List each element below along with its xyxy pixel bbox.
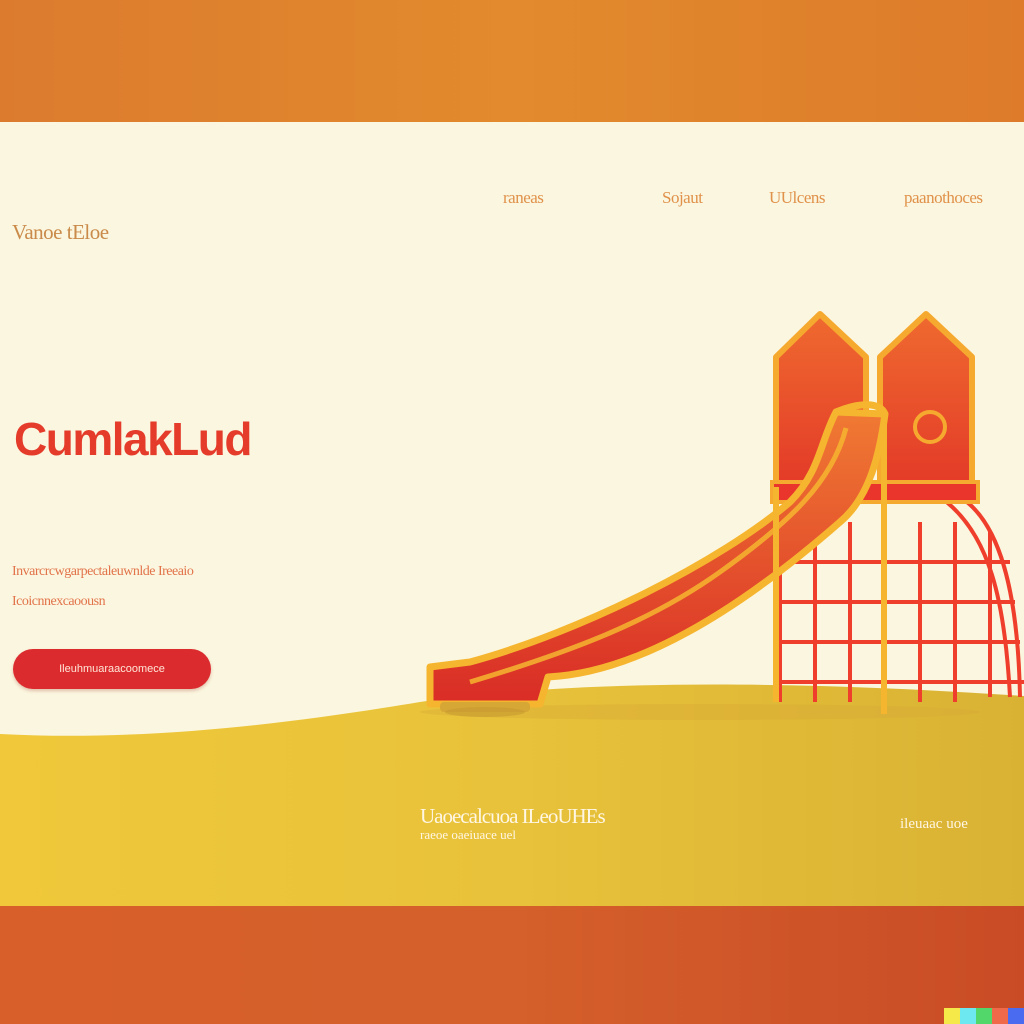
landing-page: Vanoe tEloe raneas Sojaut UUlcens paanot…	[0, 122, 1024, 906]
nav-item-4[interactable]: paanothoces	[904, 188, 1022, 208]
tower-right	[877, 311, 975, 490]
nav-item-2[interactable]: Sojaut	[662, 188, 703, 208]
watermark-swatch-5	[1008, 1008, 1024, 1024]
watermark-swatch-3	[976, 1008, 992, 1024]
footer-headline-block: Uaoecalcuoa ILeoUHEs raeoe oaeiuace uel	[420, 804, 606, 843]
footer-right-text: ileuaac uoe	[900, 816, 968, 832]
playground-slide-illustration	[426, 311, 1024, 717]
hero-description-line-2: Icoicnnexcaoousn	[12, 594, 106, 609]
top-navigation: raneas Sojaut UUlcens paanothoces	[0, 188, 1024, 212]
hero-description: Invarcrcwgarpectaleuwnlde Ireeaio Icoicn…	[12, 564, 392, 610]
watermark-swatch-2	[960, 1008, 976, 1024]
watermark-swatch-1	[944, 1008, 960, 1024]
watermark-swatch-4	[992, 1008, 1008, 1024]
brand-logo[interactable]: Vanoe tEloe	[12, 220, 109, 245]
top-band	[0, 0, 1024, 122]
footer-subline: raeoe oaeiuace uel	[420, 827, 516, 842]
nav-item-3[interactable]: UUlcens	[769, 188, 825, 208]
hero-cta-button[interactable]: Ileuhmuaraacoomece	[13, 649, 211, 689]
bottom-band	[0, 906, 1024, 1024]
footer-headline: Uaoecalcuoa ILeoUHEs	[420, 804, 606, 828]
screenshot-frame: Vanoe tEloe raneas Sojaut UUlcens paanot…	[0, 0, 1024, 1024]
nav-item-1[interactable]: raneas	[503, 188, 544, 208]
hero-title: CumlakLud	[14, 413, 252, 465]
color-watermark	[944, 1008, 1024, 1024]
hero-description-line-1: Invarcrcwgarpectaleuwnlde Ireeaio	[12, 564, 194, 579]
